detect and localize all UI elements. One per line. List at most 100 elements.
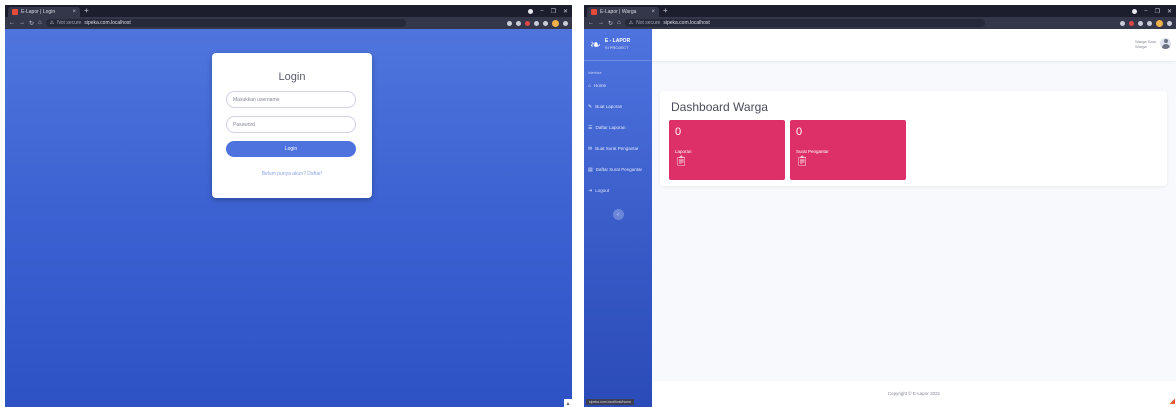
sidebar-item-label: Logout	[595, 188, 609, 193]
main-content: Warga Satu Warga Dashboard Warga 0 Lapor…	[652, 29, 1176, 407]
stat-value: 0	[796, 126, 803, 138]
sidebar-brand[interactable]: ❧ E - LAPOR SI PROJECT	[584, 29, 652, 61]
sidebar-toggle-button[interactable]: ‹	[612, 209, 624, 220]
dashboard-panel: Dashboard Warga 0 Laporan 📋︎ 0 Surat Pen…	[660, 91, 1167, 186]
sidebar-item-label: Home	[594, 83, 607, 88]
tab-title: E-Lapor | Login	[21, 9, 56, 15]
stat-label: Surat Pengantar	[796, 149, 829, 154]
tab-strip: E-Lapor | Warga × + – ❐ ✕	[584, 5, 1176, 17]
logout-icon: ⇥	[588, 187, 593, 194]
sidebar-item-logout[interactable]: ⇥ Logout	[584, 180, 652, 201]
url-text: sipeka.com.localhost	[663, 20, 710, 26]
clipboard-icon: 📋︎	[796, 156, 809, 167]
zoom-icon[interactable]	[507, 20, 512, 26]
forward-icon[interactable]: →	[19, 20, 25, 26]
reload-icon[interactable]: ↻	[608, 20, 613, 27]
home-icon[interactable]: ⌂	[617, 20, 621, 26]
sidebar-item-daftar-laporan[interactable]: ☰ Daftar Laporan	[584, 117, 652, 138]
profile-dot-icon[interactable]	[1132, 8, 1138, 14]
extension-icon[interactable]	[534, 20, 539, 26]
puzzle-icon[interactable]	[543, 20, 548, 26]
star-icon[interactable]	[1120, 20, 1125, 26]
tab-close-icon[interactable]: ×	[72, 9, 76, 15]
login-browser-window: E-Lapor | Login × + – ❐ ✕ ← → ↻ ⌂ ⚠ Not …	[5, 5, 572, 407]
reload-icon[interactable]: ↻	[29, 20, 34, 27]
extension-icon[interactable]	[525, 20, 530, 26]
browser-tab-login[interactable]: E-Lapor | Login ×	[8, 7, 80, 17]
tab-strip: E-Lapor | Login × + – ❐ ✕	[5, 5, 572, 17]
maximize-icon[interactable]: ❐	[551, 8, 556, 15]
menu-icon[interactable]	[563, 20, 568, 26]
home-icon[interactable]: ⌂	[38, 20, 42, 26]
warning-icon: ⚠	[628, 20, 634, 26]
forward-icon[interactable]: →	[598, 20, 604, 26]
sidebar: ❧ E - LAPOR SI PROJECT Interface ⌂ Home …	[584, 29, 652, 407]
login-page: Login Masukkan username Password Login B…	[5, 29, 572, 407]
stat-card-laporan[interactable]: 0 Laporan 📋︎	[669, 120, 785, 180]
brand-title: E - LAPOR	[604, 38, 631, 44]
login-button[interactable]: Login	[226, 141, 356, 157]
scroll-corner-icon: ▴	[564, 399, 572, 407]
login-card: Login Masukkan username Password Login B…	[212, 53, 372, 198]
sidebar-item-buat-laporan[interactable]: ✎ Buat Laporan	[584, 96, 652, 117]
file-icon: ▤	[588, 166, 593, 173]
star-icon[interactable]	[516, 20, 521, 26]
address-bar[interactable]: ⚠ Not secure sipeka.com.localhost	[45, 19, 406, 27]
stat-label: Laporan	[675, 149, 692, 154]
extensions-area	[1120, 17, 1172, 29]
sidebar-item-label: Daftar Laporan	[595, 125, 626, 130]
sidebar-item-daftar-surat[interactable]: ▤ Daftar Surat Pengantar	[584, 159, 652, 180]
tab-close-icon[interactable]: ×	[651, 9, 655, 15]
window-controls: – ❐ ✕	[528, 5, 568, 17]
url-text: sipeka.com.localhost	[84, 20, 131, 26]
back-icon[interactable]: ←	[588, 20, 594, 26]
topbar: Warga Satu Warga	[652, 29, 1176, 61]
profile-dot-icon[interactable]	[528, 8, 534, 14]
favicon-icon	[591, 9, 597, 15]
menu-icon[interactable]	[1167, 20, 1172, 26]
sidebar-item-buat-surat[interactable]: ✉ Buat Surat Pengantar	[584, 138, 652, 159]
sidebar-item-label: Buat Surat Pengantar	[595, 146, 639, 151]
home-icon: ⌂	[588, 82, 592, 89]
back-icon[interactable]: ←	[9, 20, 15, 26]
not-secure-label: Not secure	[57, 20, 82, 26]
close-window-icon[interactable]: ✕	[1167, 8, 1172, 15]
user-menu[interactable]: Warga Satu Warga	[1135, 39, 1156, 49]
minimize-icon[interactable]: –	[540, 8, 543, 14]
dashboard-browser-window: E-Lapor | Warga × + – ❐ ✕ ← → ↻ ⌂ ⚠ Not …	[584, 5, 1176, 407]
user-role: Warga	[1135, 44, 1147, 49]
sidebar-item-home[interactable]: ⌂ Home	[584, 75, 652, 96]
login-title: Login	[278, 71, 306, 83]
tab-title: E-Lapor | Warga	[600, 9, 637, 15]
stat-card-surat-pengantar[interactable]: 0 Surat Pengantar 📋︎	[790, 120, 906, 180]
minimize-icon[interactable]: –	[1144, 8, 1147, 14]
footer-copyright: Copyright © E-Lapor 2021	[652, 381, 1176, 407]
avatar-body-icon	[1161, 44, 1170, 49]
new-tab-button[interactable]: +	[663, 6, 668, 16]
register-link[interactable]: Belum punya akun? Daftar!	[212, 171, 372, 177]
address-bar[interactable]: ⚠ Not secure sipeka.com.localhost	[624, 19, 985, 27]
brand-logo-icon: ❧	[590, 37, 601, 52]
avatar-head-icon	[1163, 39, 1168, 43]
close-window-icon[interactable]: ✕	[563, 8, 568, 15]
extension-icon[interactable]	[1138, 20, 1143, 26]
profile-avatar-icon[interactable]	[1156, 19, 1163, 27]
password-input[interactable]: Password	[226, 116, 356, 133]
notification-corner-icon: ◢	[1169, 398, 1175, 405]
username-input[interactable]: Masukkan username	[226, 91, 356, 108]
new-tab-button[interactable]: +	[84, 6, 89, 16]
list-icon: ☰	[588, 124, 593, 131]
extensions-area	[507, 17, 568, 29]
brand-subtitle: SI PROJECT	[604, 45, 629, 50]
window-controls: – ❐ ✕	[1132, 5, 1172, 17]
puzzle-icon[interactable]	[1147, 20, 1152, 26]
profile-avatar-icon[interactable]	[552, 19, 559, 27]
avatar[interactable]	[1160, 38, 1171, 49]
maximize-icon[interactable]: ❐	[1155, 8, 1160, 15]
extension-icon[interactable]	[1129, 20, 1134, 26]
browser-toolbar: ← → ↻ ⌂ ⚠ Not secure sipeka.com.localhos…	[5, 17, 572, 29]
warning-icon: ⚠	[49, 20, 55, 26]
browser-tab-warga[interactable]: E-Lapor | Warga ×	[587, 7, 659, 17]
sidebar-heading: Interface	[588, 71, 602, 75]
not-secure-label: Not secure	[636, 20, 661, 26]
